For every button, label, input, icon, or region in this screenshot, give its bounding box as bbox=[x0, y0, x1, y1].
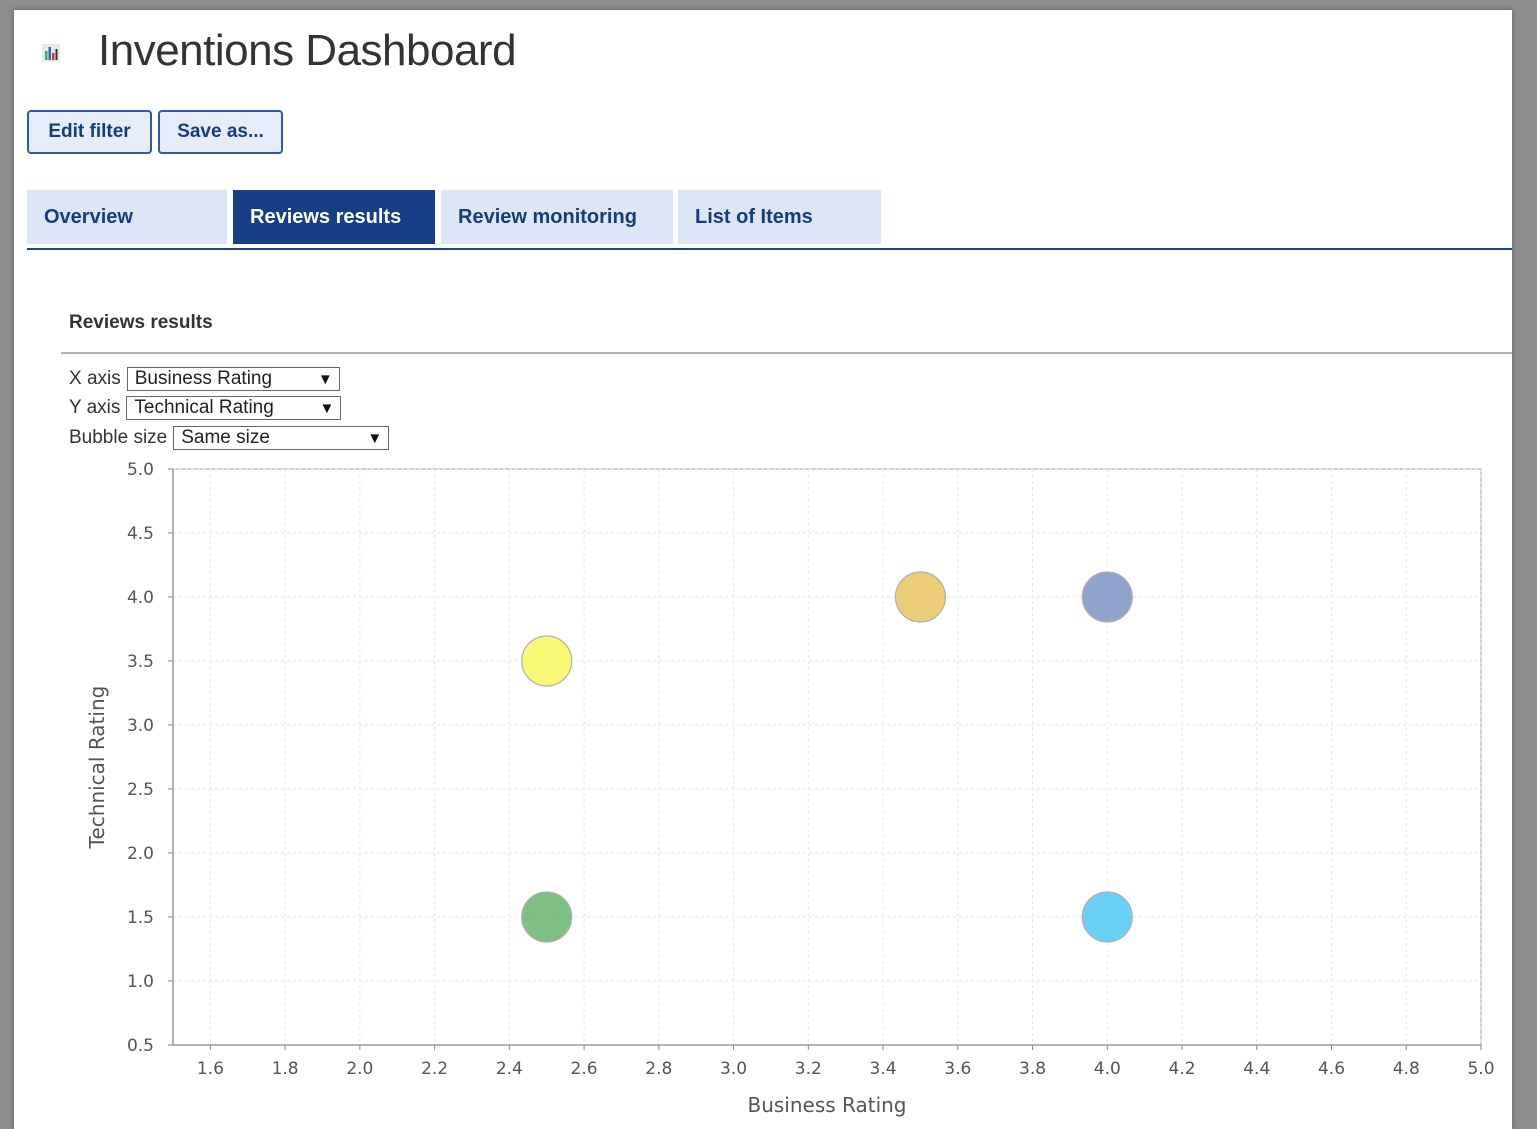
x-tick-label: 2.8 bbox=[645, 1059, 672, 1079]
x-tick-label: 3.0 bbox=[720, 1059, 747, 1079]
x-tick-label: 1.8 bbox=[272, 1059, 299, 1079]
x-tick-label: 2.4 bbox=[496, 1059, 523, 1079]
x-tick-label: 3.8 bbox=[1019, 1059, 1046, 1079]
x-tick-label: 4.2 bbox=[1169, 1059, 1196, 1079]
y-tick-label: 2.5 bbox=[127, 780, 154, 800]
bubble bbox=[894, 571, 947, 623]
x-tick-label: 4.8 bbox=[1393, 1059, 1420, 1079]
x-tick-label: 3.6 bbox=[944, 1059, 971, 1079]
y-tick-label: 1.5 bbox=[127, 908, 154, 928]
x-tick-label: 2.0 bbox=[346, 1059, 373, 1079]
y-tick-label: 2.0 bbox=[127, 844, 154, 864]
y-tick-label: 5.0 bbox=[127, 460, 154, 480]
x-tick-label: 5.0 bbox=[1467, 1059, 1494, 1079]
x-tick-label: 3.2 bbox=[795, 1059, 822, 1079]
y-tick-label: 4.5 bbox=[127, 524, 154, 544]
y-axis-title: Technical Rating bbox=[85, 686, 109, 850]
y-tick-label: 4.0 bbox=[127, 588, 154, 608]
bubble-chart: 1.6 1.8 2.0 2.2 2.4 2.6 2.8 3.0 3.2 3.4 3.6 3.8 4.0 4… bbox=[85, 460, 1495, 1117]
plot-area bbox=[172, 468, 1482, 1046]
x-tick-label: 4.4 bbox=[1243, 1059, 1270, 1079]
dashboard-window: Inventions Dashboard Edit filter Save as… bbox=[14, 10, 1512, 1129]
x-tick-label: 2.6 bbox=[571, 1059, 598, 1079]
x-tick-label: 4.6 bbox=[1318, 1059, 1345, 1079]
y-tick-label: 3.5 bbox=[127, 652, 154, 672]
bubble bbox=[1081, 571, 1133, 623]
x-tick-label: 2.2 bbox=[421, 1059, 448, 1079]
bubble bbox=[521, 891, 573, 943]
y-tick-label: 1.0 bbox=[127, 972, 154, 992]
x-tick-label: 4.0 bbox=[1094, 1059, 1121, 1079]
y-tick-label: 3.0 bbox=[127, 716, 154, 736]
y-tick-label: 0.5 bbox=[127, 1036, 154, 1056]
bubble bbox=[521, 635, 573, 687]
x-tick-label: 3.4 bbox=[870, 1059, 897, 1079]
bubble bbox=[1081, 891, 1133, 943]
x-axis-title: Business Rating bbox=[747, 1093, 906, 1117]
x-tick-label: 1.6 bbox=[197, 1059, 224, 1079]
